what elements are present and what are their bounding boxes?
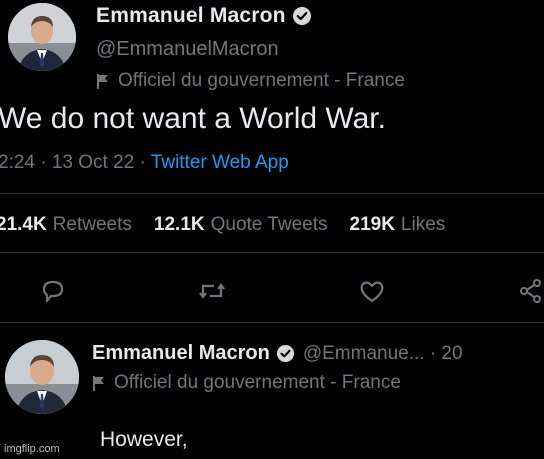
share-icon[interactable] bbox=[517, 276, 544, 306]
author-name-row: Emmanuel Macron bbox=[96, 4, 312, 28]
divider bbox=[0, 193, 544, 194]
tweet-screenshot: Emmanuel Macron @EmmanuelMacron Officiel… bbox=[0, 0, 544, 459]
reply-author-row: Emmanuel Macron @Emmanue... · 20 bbox=[92, 342, 463, 365]
author-avatar[interactable] bbox=[8, 3, 76, 71]
quote-tweets-stat[interactable]: 12.1K Quote Tweets bbox=[154, 214, 328, 236]
flag-icon bbox=[93, 376, 104, 391]
reply-author-name[interactable]: Emmanuel Macron bbox=[92, 342, 270, 365]
reply-icon[interactable] bbox=[38, 276, 68, 306]
reply-government-label: Officiel du gouvernement - France bbox=[92, 372, 401, 394]
author-handle[interactable]: @EmmanuelMacron bbox=[96, 38, 279, 61]
tweet-text: We do not want a World War. bbox=[0, 102, 386, 135]
government-label: Officiel du gouvernement - France bbox=[96, 70, 405, 92]
divider bbox=[0, 322, 544, 323]
reply-government-label-text: Officiel du gouvernement - France bbox=[114, 372, 401, 393]
retweet-icon[interactable] bbox=[197, 276, 227, 306]
verified-badge-icon bbox=[292, 7, 311, 25]
tweet-source-app[interactable]: Twitter Web App bbox=[151, 152, 289, 173]
tweet-meta: 2:24 · 13 Oct 22 · Twitter Web App bbox=[0, 152, 289, 174]
author-name[interactable]: Emmanuel Macron bbox=[96, 4, 286, 28]
reply-author-handle[interactable]: @Emmanue... · 20 bbox=[303, 343, 463, 365]
government-label-text: Officiel du gouvernement - France bbox=[118, 70, 405, 91]
tweet-timestamp[interactable]: 2:24 · 13 Oct 22 · bbox=[0, 152, 151, 173]
reply-text: However, bbox=[100, 428, 188, 451]
reply-author-avatar[interactable] bbox=[5, 340, 79, 414]
like-icon[interactable] bbox=[357, 276, 387, 306]
flag-icon bbox=[97, 74, 108, 89]
tweet-stats: 21.4K Retweets 12.1K Quote Tweets 219K Like… bbox=[0, 214, 467, 236]
divider bbox=[0, 252, 544, 253]
retweets-stat[interactable]: 21.4K Retweets bbox=[0, 214, 132, 236]
verified-badge-icon bbox=[276, 344, 294, 363]
imgflip-watermark: imgflip.com bbox=[4, 443, 60, 455]
likes-stat[interactable]: 219K Likes bbox=[350, 214, 446, 236]
